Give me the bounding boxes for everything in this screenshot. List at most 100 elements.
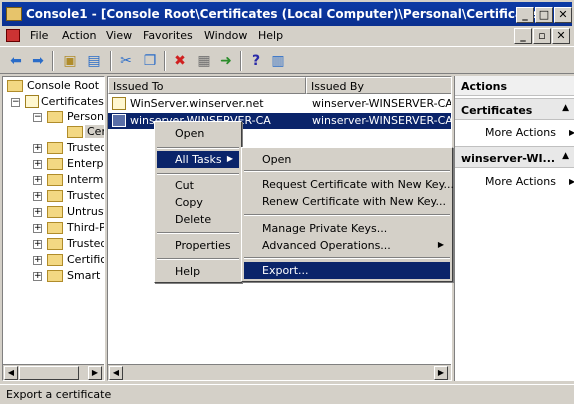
actions-header: Actions bbox=[455, 76, 574, 96]
status-bar: Export a certificate bbox=[0, 384, 574, 404]
actions-section-certificates[interactable]: Certificates ▲ bbox=[455, 98, 574, 120]
tree-node-label: Untrust bbox=[67, 205, 105, 218]
menu-view[interactable]: View bbox=[106, 29, 132, 42]
menu-item-open[interactable]: Open bbox=[157, 125, 239, 142]
tree-node-label: Console Root bbox=[27, 79, 100, 92]
scroll-right-icon[interactable]: ▶ bbox=[434, 366, 448, 380]
expand-icon[interactable]: + bbox=[33, 224, 42, 233]
folder-icon bbox=[47, 174, 63, 186]
scroll-thumb[interactable] bbox=[19, 366, 79, 380]
tree-node-label: Trusted bbox=[67, 237, 105, 250]
tree-node-label: Trusted bbox=[67, 141, 105, 154]
actions-section-selected-cert[interactable]: winserver-WI... ▲ bbox=[455, 146, 574, 168]
folder-icon bbox=[47, 190, 63, 202]
expand-icon[interactable]: + bbox=[33, 176, 42, 185]
collapse-caret-icon[interactable]: ▲ bbox=[562, 103, 569, 113]
menu-item-properties[interactable]: Properties bbox=[157, 237, 239, 254]
tree-node-label: Trusted bbox=[67, 189, 105, 202]
folder-icon bbox=[47, 238, 63, 250]
cell-issued-to: WinServer.winserver.net bbox=[130, 97, 264, 110]
submenu-item-renew-new-key[interactable]: Renew Certificate with New Key... bbox=[244, 193, 450, 210]
more-actions-link[interactable]: More Actions ▶ bbox=[485, 175, 574, 188]
section-title: Certificates bbox=[461, 104, 533, 117]
submenu-item-export[interactable]: Export... bbox=[244, 262, 450, 279]
collapse-caret-icon[interactable]: ▲ bbox=[562, 151, 569, 161]
certificate-icon bbox=[112, 114, 126, 127]
cell-issued-by: winserver-WINSERVER-CA bbox=[312, 97, 452, 110]
menu-action[interactable]: Action bbox=[62, 29, 96, 42]
submenu-item-open[interactable]: Open bbox=[244, 151, 450, 168]
properties-icon[interactable]: ▦ bbox=[194, 51, 214, 71]
expand-icon[interactable]: + bbox=[33, 272, 42, 281]
child-minimize-button[interactable]: _ bbox=[514, 28, 532, 44]
cut-icon[interactable]: ✂ bbox=[116, 51, 136, 71]
list-horizontal-scrollbar[interactable]: ◀ ▶ bbox=[108, 364, 451, 380]
menu-help[interactable]: Help bbox=[258, 29, 283, 42]
cell-issued-by: winserver-WINSERVER-CA bbox=[312, 114, 452, 127]
title-bar[interactable]: Console1 - [Console Root\Certificates (L… bbox=[0, 0, 574, 26]
submenu-item-advanced-operations[interactable]: Advanced Operations... ▶ bbox=[244, 237, 450, 254]
maximize-button[interactable]: □ bbox=[535, 7, 553, 23]
scroll-left-icon[interactable]: ◀ bbox=[4, 366, 18, 380]
status-text: Export a certificate bbox=[6, 388, 112, 401]
folder-open-icon bbox=[67, 126, 83, 138]
mmc-console-icon bbox=[6, 7, 22, 21]
certificates-snapin-icon bbox=[25, 95, 39, 108]
back-icon[interactable]: ⬅ bbox=[6, 51, 26, 71]
column-header-issued-by[interactable]: Issued By bbox=[306, 77, 451, 94]
submenu-item-manage-private-keys[interactable]: Manage Private Keys... bbox=[244, 220, 450, 237]
child-restore-button[interactable]: ▫ bbox=[533, 28, 551, 44]
folder-icon bbox=[47, 270, 63, 282]
show-hide-action-pane-icon[interactable]: ▥ bbox=[268, 51, 288, 71]
expand-icon[interactable]: + bbox=[33, 192, 42, 201]
submenu-arrow-icon: ▶ bbox=[437, 240, 444, 249]
expand-icon[interactable]: + bbox=[33, 160, 42, 169]
delete-icon[interactable]: ✖ bbox=[170, 51, 190, 71]
actions-pane: Actions Certificates ▲ More Actions ▶ win… bbox=[454, 76, 574, 381]
tree-node-label: Enterpr bbox=[67, 157, 105, 170]
collapse-icon[interactable]: − bbox=[11, 98, 20, 107]
tree-node-label: Smart C bbox=[67, 269, 104, 282]
close-button[interactable]: ✕ bbox=[554, 7, 572, 23]
menu-item-cut[interactable]: Cut bbox=[157, 177, 239, 194]
expand-icon[interactable]: + bbox=[33, 144, 42, 153]
menu-item-help[interactable]: Help bbox=[157, 263, 239, 280]
folder-icon bbox=[47, 158, 63, 170]
copy-icon[interactable]: ❐ bbox=[140, 51, 160, 71]
menu-bar: File Action View Favorites Window Help _… bbox=[0, 26, 574, 46]
expand-icon[interactable]: + bbox=[33, 240, 42, 249]
tree-horizontal-scrollbar[interactable]: ◀ ▶ bbox=[3, 364, 104, 380]
menu-favorites[interactable]: Favorites bbox=[143, 29, 193, 42]
scroll-left-icon[interactable]: ◀ bbox=[109, 366, 123, 380]
help-icon[interactable]: ? bbox=[246, 51, 266, 71]
menu-window[interactable]: Window bbox=[204, 29, 247, 42]
show-hide-tree-icon[interactable]: ▤ bbox=[84, 51, 104, 71]
export-list-icon[interactable]: ➜ bbox=[216, 51, 236, 71]
menu-item-all-tasks[interactable]: All Tasks ▶ bbox=[157, 151, 239, 168]
up-folder-icon[interactable]: ▣ bbox=[60, 51, 80, 71]
tree-node-label: Third-P bbox=[67, 221, 105, 234]
tree-node-label: Person bbox=[67, 110, 104, 123]
forward-icon[interactable]: ➡ bbox=[28, 51, 48, 71]
tree-node-label: Certific bbox=[67, 253, 105, 266]
table-row[interactable]: WinServer.winserver.net winserver-WINSER… bbox=[108, 96, 452, 112]
child-close-button[interactable]: ✕ bbox=[552, 28, 570, 44]
scroll-right-icon[interactable]: ▶ bbox=[88, 366, 102, 380]
tree-node-label: Certificates bbox=[41, 95, 104, 108]
document-icon[interactable] bbox=[6, 29, 20, 42]
minimize-button[interactable]: _ bbox=[516, 7, 534, 23]
more-actions-link[interactable]: More Actions ▶ bbox=[485, 126, 574, 139]
folder-icon bbox=[47, 206, 63, 218]
menu-item-delete[interactable]: Delete bbox=[157, 211, 239, 228]
menu-file[interactable]: File bbox=[30, 29, 48, 42]
column-header-issued-to[interactable]: Issued To bbox=[108, 77, 306, 94]
collapse-icon[interactable]: − bbox=[33, 113, 42, 122]
submenu-item-request-new-key[interactable]: Request Certificate with New Key... bbox=[244, 176, 454, 193]
expand-icon[interactable]: + bbox=[33, 256, 42, 265]
expand-icon[interactable]: + bbox=[33, 208, 42, 217]
menu-item-copy[interactable]: Copy bbox=[157, 194, 239, 211]
tree-node-label: Cer bbox=[85, 125, 104, 138]
folder-icon bbox=[47, 111, 63, 123]
context-menu: Open All Tasks ▶ Cut Copy Delete Properti… bbox=[154, 121, 242, 283]
section-title: winserver-WI... bbox=[461, 152, 556, 165]
